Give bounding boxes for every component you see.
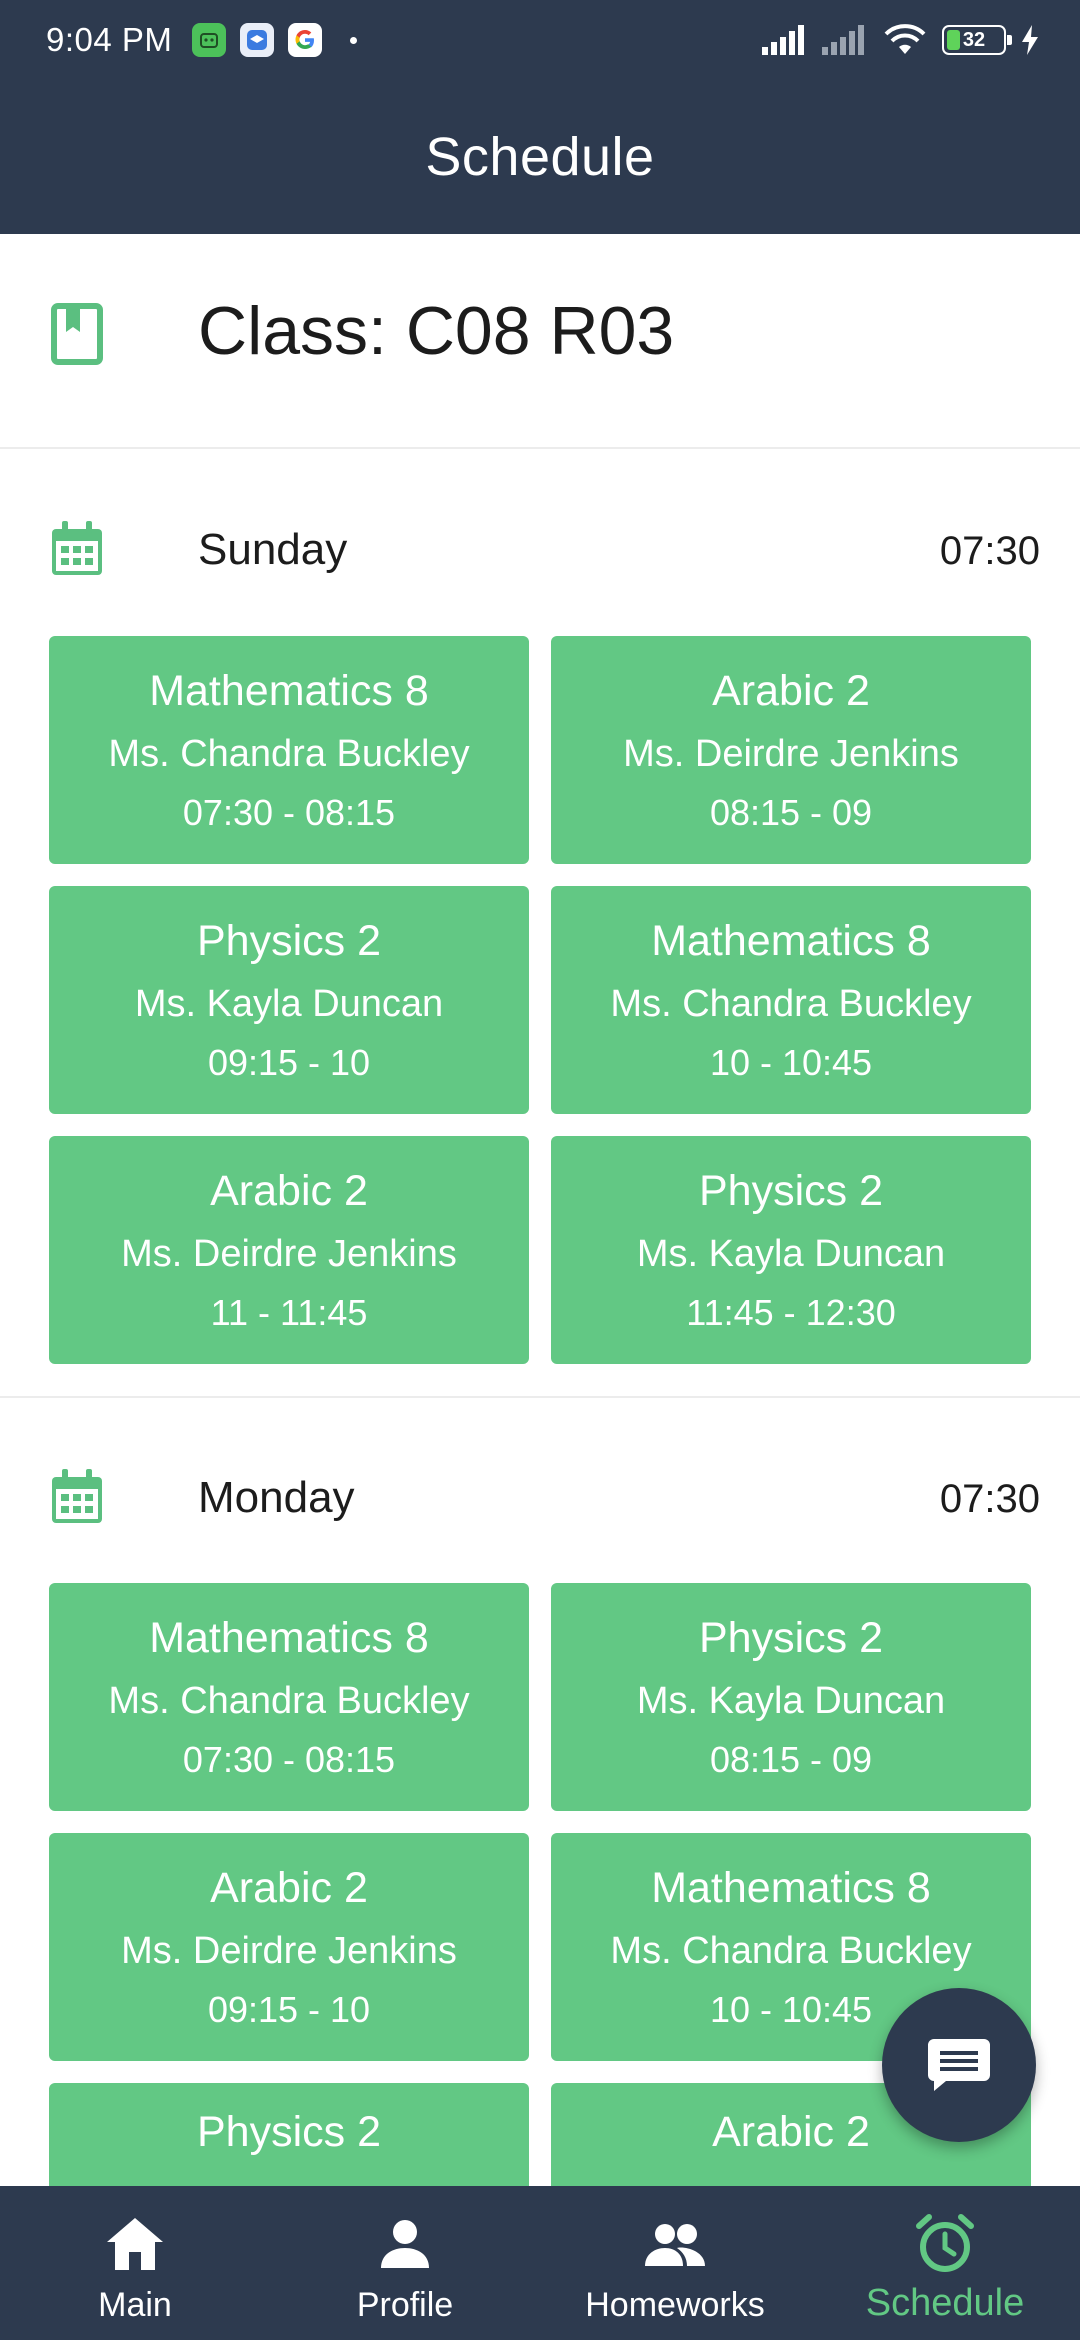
nav-label: Profile <box>356 2286 454 2324</box>
lesson-subject: Mathematics 8 <box>149 1613 429 1662</box>
lesson-teacher: Ms. Chandra Buckley <box>610 982 972 1025</box>
lesson-grid: Mathematics 8 Ms. Chandra Buckley 07:30 … <box>49 636 1031 1364</box>
nav-item-profile[interactable]: Profile <box>270 2186 540 2340</box>
lesson-subject: Arabic 2 <box>210 1863 368 1912</box>
lesson-subject: Arabic 2 <box>712 666 870 715</box>
lesson-teacher: Ms. Deirdre Jenkins <box>121 1232 457 1275</box>
calendar-icon <box>52 1469 102 1523</box>
lesson-time: 07:30 - 08:15 <box>182 791 396 833</box>
signal-icon <box>762 25 804 55</box>
lesson-card[interactable]: Mathematics 8 Ms. Chandra Buckley 07:30 … <box>49 1583 529 1811</box>
lesson-teacher: Ms. Deirdre Jenkins <box>623 732 959 775</box>
android-app-icon <box>192 23 227 57</box>
charging-icon <box>1022 25 1038 55</box>
lesson-teacher: Ms. Deirdre Jenkins <box>121 1929 457 1972</box>
lesson-grid: Mathematics 8 Ms. Chandra Buckley 07:30 … <box>49 1583 1031 2187</box>
lesson-subject: Physics 2 <box>698 1613 883 1662</box>
lesson-subject: Mathematics 8 <box>651 1863 931 1912</box>
lesson-subject: Physics 2 <box>196 916 381 965</box>
book-icon <box>51 303 103 365</box>
lesson-teacher: Ms. Kayla Duncan <box>636 1679 946 1722</box>
lesson-card[interactable]: Physics 2 <box>49 2083 529 2187</box>
day-name: Sunday <box>198 525 348 574</box>
status-bar: 9:04 PM 32 <box>0 0 1080 80</box>
home-icon <box>107 2218 163 2270</box>
person-icon <box>381 2220 429 2268</box>
lesson-subject: Mathematics 8 <box>651 916 931 965</box>
lesson-time: 09:15 - 10 <box>207 1041 371 1083</box>
lesson-card[interactable]: Mathematics 8 Ms. Chandra Buckley 07:30 … <box>49 636 529 864</box>
day-start-time: 07:30 <box>939 529 1040 573</box>
lesson-card[interactable]: Arabic 2 Ms. Deirdre Jenkins 09:15 - 10 <box>49 1833 529 2061</box>
nav-item-homeworks[interactable]: Homeworks <box>540 2186 810 2340</box>
lesson-time: 08:15 - 09 <box>709 791 873 833</box>
signal-2-icon <box>822 25 864 55</box>
lesson-subject: Physics 2 <box>196 2108 381 2156</box>
nav-label: Homeworks <box>585 2286 765 2324</box>
class-title: Class: C08 R03 <box>198 293 675 369</box>
google-icon <box>288 23 323 57</box>
battery-icon: 32 <box>942 25 1012 55</box>
lesson-teacher: Ms. Chandra Buckley <box>108 732 470 775</box>
lesson-card[interactable]: Physics 2 Ms. Kayla Duncan 09:15 - 10 <box>49 886 529 1114</box>
lesson-subject: Physics 2 <box>698 1166 883 1215</box>
more-notifications-dot <box>350 36 358 44</box>
lesson-subject: Arabic 2 <box>210 1166 368 1215</box>
nav-label: Main <box>98 2286 172 2324</box>
day-section-sunday: Sunday 07:30 Mathematics 8 Ms. Chandra B… <box>0 449 1080 1399</box>
lesson-subject: Mathematics 8 <box>149 666 429 715</box>
day-header: Sunday 07:30 <box>0 449 1080 609</box>
bottom-navigation: Main Profile Homeworks Schedule <box>0 2186 1080 2340</box>
lesson-card[interactable]: Arabic 2 Ms. Deirdre Jenkins 08:15 - 09 <box>551 636 1031 864</box>
notification-icons <box>192 23 323 57</box>
chat-bubble-icon <box>928 2039 990 2091</box>
class-info-row: Class: C08 R03 <box>0 234 1080 449</box>
lesson-teacher: Ms. Kayla Duncan <box>134 982 444 1025</box>
status-time: 9:04 PM <box>46 21 173 58</box>
lesson-teacher: Ms. Chandra Buckley <box>610 1929 972 1972</box>
alarm-clock-icon <box>916 2214 974 2272</box>
lesson-time: 11:45 - 12:30 <box>686 1291 896 1333</box>
page-title: Schedule <box>425 127 655 187</box>
app-header: Schedule <box>0 80 1080 234</box>
lesson-subject: Arabic 2 <box>712 2108 870 2156</box>
nav-label: Schedule <box>865 2282 1025 2324</box>
day-start-time: 07:30 <box>939 1477 1040 1521</box>
battery-fill <box>947 30 961 50</box>
lesson-time: 07:30 - 08:15 <box>182 1738 396 1780</box>
lesson-card[interactable]: Mathematics 8 Ms. Chandra Buckley 10 - 1… <box>551 886 1031 1114</box>
battery-level: 32 <box>962 28 986 51</box>
lesson-time: 11 - 11:45 <box>210 1291 368 1333</box>
nav-item-main[interactable]: Main <box>0 2186 270 2340</box>
lesson-card[interactable]: Physics 2 Ms. Kayla Duncan 11:45 - 12:30 <box>551 1136 1031 1364</box>
lesson-teacher: Ms. Chandra Buckley <box>108 1679 470 1722</box>
lesson-time: 09:15 - 10 <box>207 1988 371 2030</box>
lesson-time: 08:15 - 09 <box>709 1738 873 1780</box>
chat-button[interactable] <box>882 1988 1036 2142</box>
lesson-card[interactable]: Arabic 2 Ms. Deirdre Jenkins 11 - 11:45 <box>49 1136 529 1364</box>
group-icon <box>645 2224 705 2266</box>
system-icons: 32 <box>762 23 1040 57</box>
nav-item-schedule[interactable]: Schedule <box>810 2186 1080 2340</box>
day-name: Monday <box>198 1473 355 1522</box>
lesson-time: 10 - 10:45 <box>709 1988 873 2030</box>
school-app-icon <box>240 23 275 57</box>
lesson-time: 10 - 10:45 <box>709 1041 873 1083</box>
wifi-icon <box>884 24 926 54</box>
day-header: Monday 07:30 <box>0 1397 1080 1557</box>
lesson-teacher: Ms. Kayla Duncan <box>636 1232 946 1275</box>
calendar-icon <box>52 521 102 575</box>
lesson-card[interactable]: Physics 2 Ms. Kayla Duncan 08:15 - 09 <box>551 1583 1031 1811</box>
